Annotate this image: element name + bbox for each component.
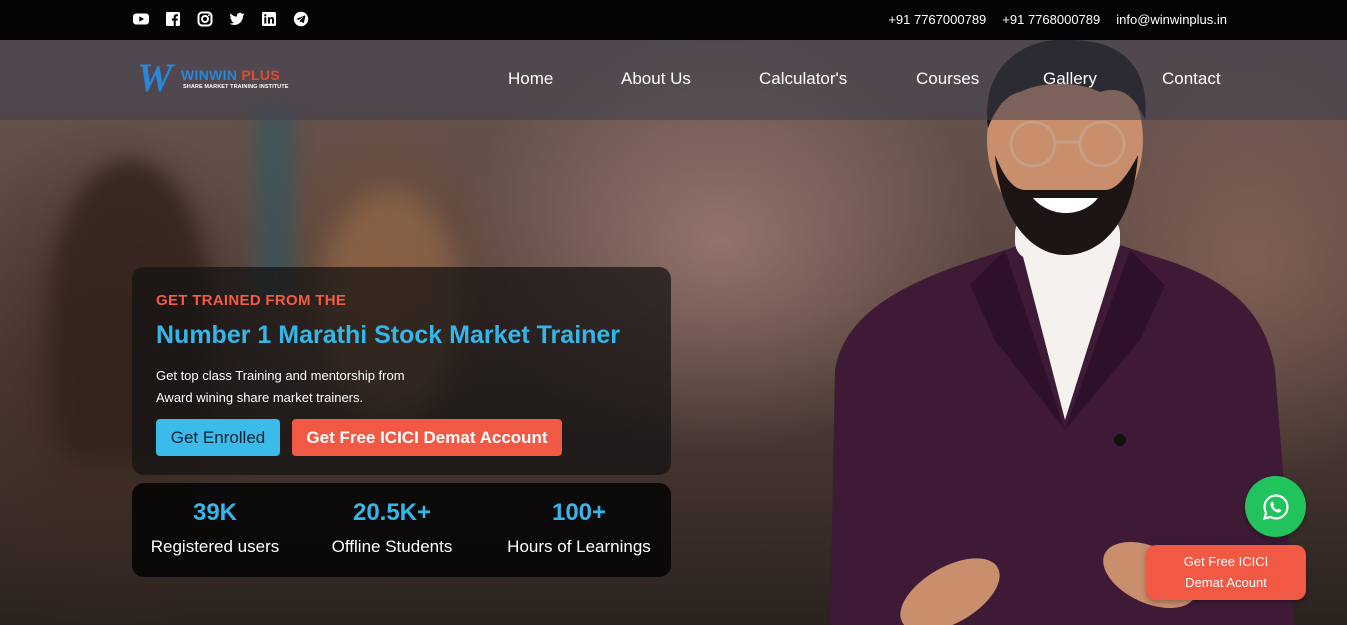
- phone-link-1[interactable]: +91 7767000789: [888, 12, 986, 27]
- hero-description-line: Get top class Training and mentorship fr…: [156, 368, 405, 383]
- contact-info: +91 7767000789 +91 7768000789 info@winwi…: [888, 12, 1227, 27]
- hero-card: GET TRAINED FROM THE Number 1 Marathi St…: [132, 267, 671, 475]
- stat-value: 20.5K+: [352, 499, 432, 526]
- free-demat-account-button[interactable]: Get Free ICICI Demat Account: [292, 419, 562, 456]
- twitter-icon[interactable]: [229, 11, 245, 27]
- hero-eyebrow: GET TRAINED FROM THE: [156, 292, 347, 309]
- whatsapp-icon: [1262, 493, 1289, 520]
- stat-label: Registered users: [150, 537, 280, 556]
- stat-hours-of-learnings: 100+ Hours of Learnings: [498, 497, 660, 565]
- hero-description: Get top class Training and mentorship fr…: [156, 365, 456, 409]
- email-link[interactable]: info@winwinplus.in: [1116, 12, 1227, 27]
- stat-offline-students: 20.5K+ Offline Students: [317, 497, 467, 565]
- logo-mark: W: [137, 55, 173, 100]
- nav-item-home[interactable]: Home: [508, 69, 553, 89]
- nav-item-gallery[interactable]: Gallery: [1043, 69, 1097, 89]
- linkedin-icon[interactable]: [261, 11, 277, 27]
- floating-demat-button[interactable]: Get Free ICICI Demat Acount: [1146, 545, 1306, 600]
- whatsapp-button[interactable]: [1245, 476, 1306, 537]
- stats-panel: 39K Registered users 20.5K+ Offline Stud…: [132, 483, 671, 577]
- instagram-icon[interactable]: [197, 11, 213, 27]
- nav-item-courses[interactable]: Courses: [916, 69, 979, 89]
- brand-logo[interactable]: W WINWIN PLUS SHARE MARKET TRAINING INST…: [137, 55, 297, 100]
- logo-name-part1: WINWIN: [181, 67, 238, 83]
- get-enrolled-button[interactable]: Get Enrolled: [156, 419, 280, 456]
- presenter-image: [830, 40, 1295, 625]
- floating-demat-line: Demat Acount: [1185, 575, 1267, 590]
- phone-link-2[interactable]: +91 7768000789: [1002, 12, 1100, 27]
- facebook-icon[interactable]: [165, 11, 181, 27]
- nav-item-about-us[interactable]: About Us: [621, 69, 691, 89]
- nav-item-contact[interactable]: Contact: [1162, 69, 1221, 89]
- top-bar: +91 7767000789 +91 7768000789 info@winwi…: [0, 0, 1347, 40]
- telegram-icon[interactable]: [293, 11, 309, 27]
- youtube-icon[interactable]: [133, 11, 149, 27]
- nav-item-calculators[interactable]: Calculator's: [759, 69, 847, 89]
- hero-headline: Number 1 Marathi Stock Market Trainer: [156, 321, 621, 349]
- hero-description-line: Award wining share market trainers.: [156, 390, 364, 405]
- logo-name: WINWIN PLUS: [181, 67, 280, 83]
- stat-value: 100+: [551, 499, 607, 526]
- logo-tagline: SHARE MARKET TRAINING INSTITUTE: [183, 84, 289, 90]
- stat-value: 39K: [192, 499, 238, 526]
- stat-registered-users: 39K Registered users: [140, 497, 290, 565]
- stat-label: Offline Students: [331, 537, 453, 556]
- logo-name-part2: PLUS: [237, 67, 280, 83]
- social-links: [133, 11, 309, 27]
- floating-demat-line: Get Free ICICI: [1183, 554, 1269, 569]
- stat-label: Hours of Learnings: [507, 537, 651, 556]
